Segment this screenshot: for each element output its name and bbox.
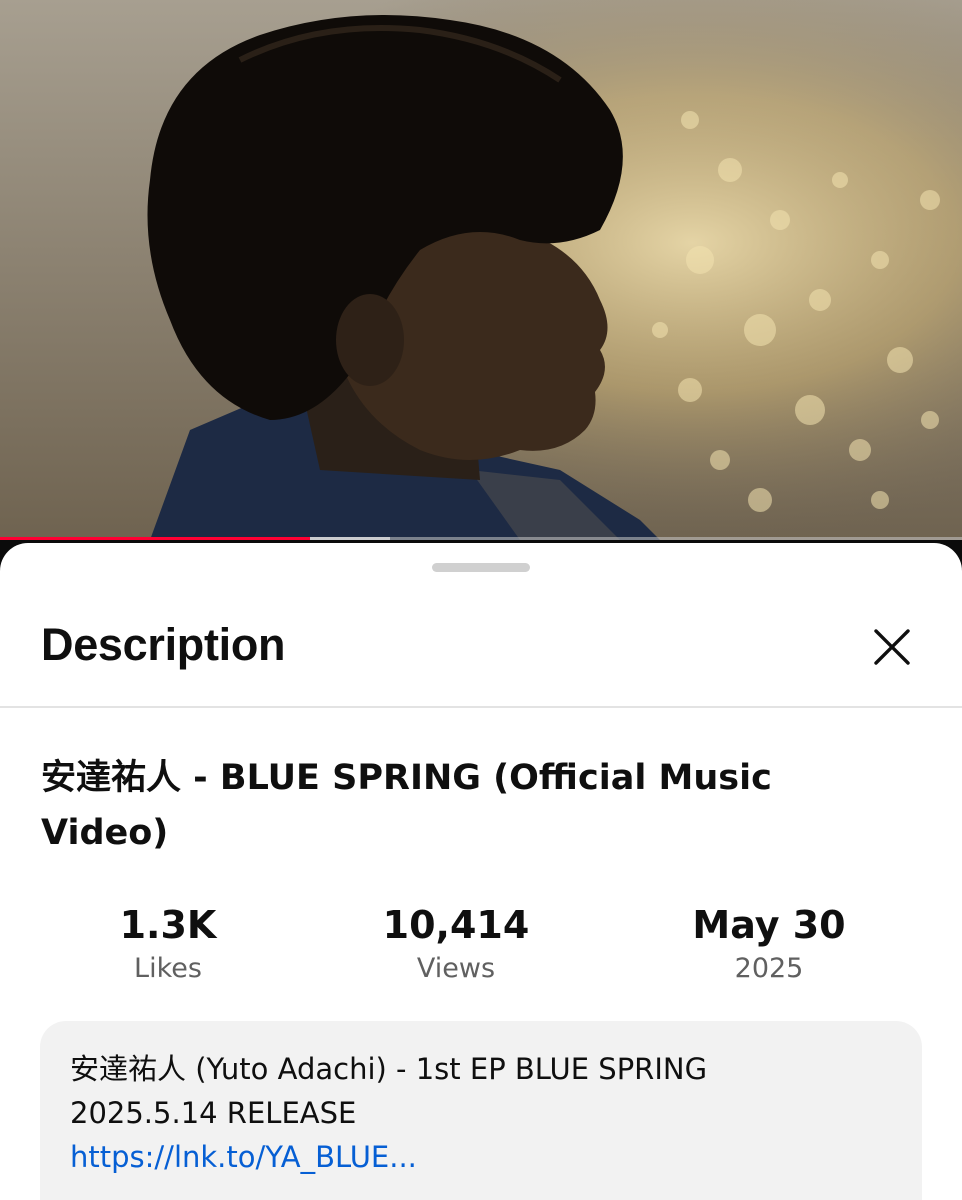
description-box[interactable]: 安達祐人 (Yuto Adachi) - 1st EP BLUE SPRING … xyxy=(40,1021,922,1200)
sheet-title: Description xyxy=(41,619,286,670)
stat-views: 10,414 Views xyxy=(326,901,586,989)
video-progress-fill xyxy=(0,537,310,540)
likes-count: 1.3K xyxy=(119,903,217,947)
views-label: Views xyxy=(416,953,496,984)
sheet-drag-handle[interactable] xyxy=(432,563,530,572)
publish-date: May 30 xyxy=(692,903,846,947)
video-frame xyxy=(0,0,962,540)
close-icon xyxy=(862,617,922,677)
screen: Description 安達祐人 - BLUE SPRING (Official… xyxy=(0,0,962,1200)
close-button[interactable] xyxy=(862,617,922,677)
description-link[interactable]: https://lnk.to/YA_BLUE... xyxy=(70,1140,417,1174)
description-sheet: Description 安達祐人 - BLUE SPRING (Official… xyxy=(0,543,962,1200)
stat-date: May 30 2025 xyxy=(639,901,899,989)
description-line: 2025.5.14 RELEASE xyxy=(70,1096,357,1130)
views-count: 10,414 xyxy=(382,903,530,947)
header-divider xyxy=(0,706,962,708)
video-player[interactable] xyxy=(0,0,962,540)
stat-likes: 1.3K Likes xyxy=(38,901,298,989)
publish-year: 2025 xyxy=(734,953,804,984)
likes-label: Likes xyxy=(134,953,202,984)
description-line: 安達祐人 (Yuto Adachi) - 1st EP BLUE SPRING xyxy=(70,1052,708,1086)
description-text: 安達祐人 (Yuto Adachi) - 1st EP BLUE SPRING … xyxy=(70,1047,900,1179)
video-progress-bar[interactable] xyxy=(0,537,962,540)
video-title: 安達祐人 - BLUE SPRING (Official Music Video… xyxy=(41,758,772,853)
